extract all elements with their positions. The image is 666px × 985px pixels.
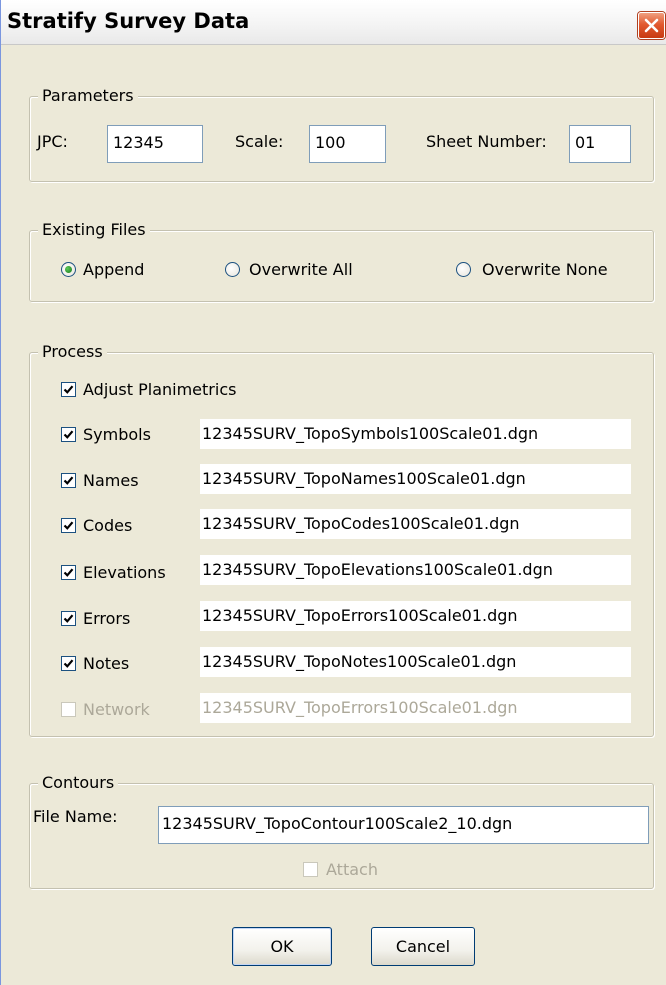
overwrite-all-label[interactable]: Overwrite All (249, 259, 353, 281)
notes-label[interactable]: Notes (83, 653, 129, 675)
attach-checkbox[interactable] (303, 862, 318, 877)
codes-file-field[interactable]: 12345SURV_TopoCodes100Scale01.dgn (200, 509, 631, 539)
title-bar[interactable]: Stratify Survey Data (1, 0, 666, 45)
existing-files-legend: Existing Files (38, 219, 150, 241)
append-radio[interactable] (61, 262, 76, 277)
window-title: Stratify Survey Data (7, 9, 250, 33)
scale-label: Scale: (235, 132, 284, 151)
notes-checkbox[interactable] (61, 656, 76, 671)
checkmark-icon (63, 568, 74, 577)
contours-legend: Contours (38, 772, 119, 794)
notes-file-field[interactable]: 12345SURV_TopoNotes100Scale01.dgn (200, 647, 631, 677)
sheet-number-input[interactable]: 01 (569, 125, 631, 163)
codes-label[interactable]: Codes (83, 515, 132, 537)
attach-label[interactable]: Attach (326, 859, 378, 881)
elevations-checkbox[interactable] (61, 565, 76, 580)
checkmark-icon (63, 385, 74, 394)
symbols-file-field[interactable]: 12345SURV_TopoSymbols100Scale01.dgn (200, 419, 631, 449)
network-file-field[interactable]: 12345SURV_TopoErrors100Scale01.dgn (200, 693, 631, 723)
overwrite-none-radio[interactable] (456, 262, 471, 277)
cancel-button[interactable]: Cancel (371, 927, 475, 966)
adjust-planimetrics-checkbox[interactable] (61, 382, 76, 397)
process-legend: Process (38, 341, 107, 363)
checkmark-icon (63, 614, 74, 623)
names-file-field[interactable]: 12345SURV_TopoNames100Scale01.dgn (200, 464, 631, 494)
checkmark-icon (63, 659, 74, 668)
process-group: Process (29, 341, 654, 737)
contour-file-name-input[interactable]: 12345SURV_TopoContour100Scale2_10.dgn (158, 806, 649, 844)
parameters-legend: Parameters (38, 85, 138, 107)
codes-checkbox[interactable] (61, 518, 76, 533)
dialog-window: Stratify Survey Data Parameters JPC: 123… (0, 0, 666, 985)
overwrite-none-label[interactable]: Overwrite None (482, 259, 608, 281)
names-checkbox[interactable] (61, 473, 76, 488)
scale-input[interactable]: 100 (309, 125, 386, 163)
symbols-checkbox[interactable] (61, 427, 76, 442)
elevations-label[interactable]: Elevations (83, 562, 166, 584)
ok-button[interactable]: OK (232, 927, 332, 966)
errors-checkbox[interactable] (61, 611, 76, 626)
checkmark-icon (63, 521, 74, 530)
elevations-file-field[interactable]: 12345SURV_TopoElevations100Scale01.dgn (200, 555, 631, 585)
jpc-label: JPC: (37, 132, 68, 151)
adjust-planimetrics-label[interactable]: Adjust Planimetrics (83, 379, 236, 401)
errors-file-field[interactable]: 12345SURV_TopoErrors100Scale01.dgn (200, 601, 631, 631)
file-name-label: File Name: (33, 807, 118, 826)
overwrite-all-radio[interactable] (225, 262, 240, 277)
close-icon (644, 18, 659, 33)
jpc-input[interactable]: 12345 (107, 125, 203, 163)
network-checkbox[interactable] (61, 702, 76, 717)
network-label[interactable]: Network (83, 699, 150, 721)
radio-selected-dot (65, 266, 72, 273)
names-label[interactable]: Names (83, 470, 139, 492)
append-label[interactable]: Append (83, 259, 144, 281)
close-button[interactable] (638, 12, 665, 39)
checkmark-icon (63, 476, 74, 485)
symbols-label[interactable]: Symbols (83, 424, 151, 446)
errors-label[interactable]: Errors (83, 608, 130, 630)
sheet-number-label: Sheet Number: (426, 132, 547, 151)
checkmark-icon (63, 430, 74, 439)
